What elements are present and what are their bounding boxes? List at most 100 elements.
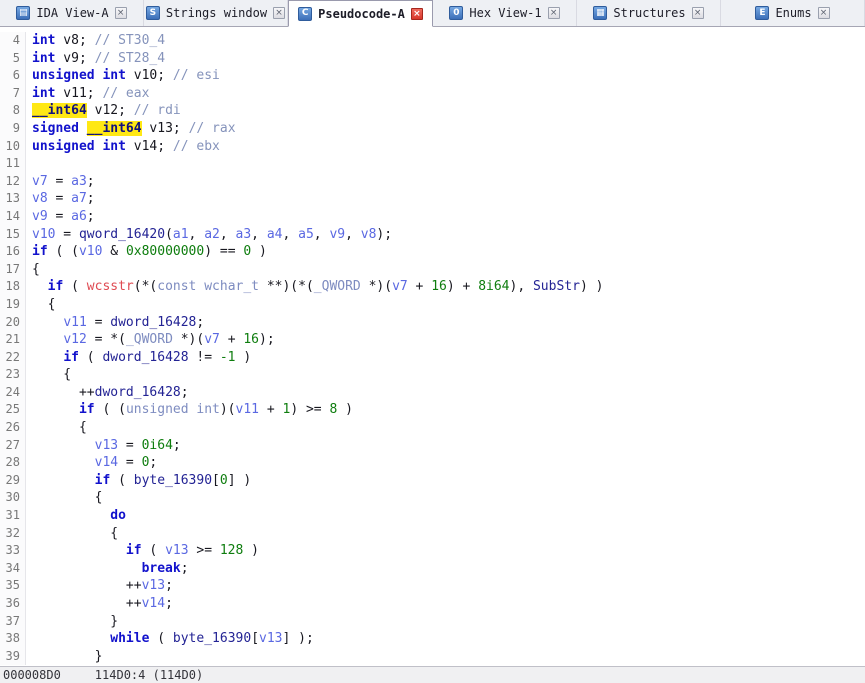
tab-pseudocode-a[interactable]: C Pseudocode-A × [288, 0, 433, 27]
code-token: , [313, 226, 330, 242]
line-number: 38 [0, 630, 26, 648]
code-line: 5 int v9; // ST28_4 [0, 49, 865, 68]
code-line: 21 v12 = *(_QWORD *)(v7 + 16); [0, 331, 865, 349]
tab-close-button[interactable]: × [114, 7, 127, 19]
tab-label: Hex View-1 [469, 6, 542, 20]
code-token: } [32, 613, 119, 629]
code-token: dword_16428 [110, 314, 197, 330]
code-token: ( [141, 543, 166, 559]
line-number: 14 [0, 207, 26, 226]
code-token: + [219, 332, 244, 348]
line-number: 16 [0, 243, 26, 261]
tab-label: Enums [775, 6, 812, 20]
code-token: byte_16390 [133, 472, 213, 488]
tab-close-button[interactable]: × [691, 7, 704, 19]
code-token: ) [235, 349, 252, 365]
code-token: 16 [243, 332, 260, 348]
line-number: 37 [0, 612, 26, 631]
code-token: { [32, 367, 72, 383]
code-token: v7 [392, 279, 408, 295]
code-token: ++ [32, 596, 142, 611]
code-token: if [47, 279, 64, 295]
code-token: a5 [298, 226, 314, 242]
tab-close-button[interactable]: × [410, 7, 423, 20]
line-number: 18 [0, 278, 26, 296]
code-area: 4 int v8; // ST30_4 5 int v9; // ST28_4 6 uns… [0, 32, 865, 666]
strings-icon: S [145, 6, 160, 20]
line-number: 34 [0, 559, 26, 578]
code-token: ] ) [227, 472, 252, 488]
structures-icon: ▦ [593, 6, 608, 20]
ida-view-icon: ▤ [16, 6, 31, 20]
code-line: 7 int v11; // eax [0, 84, 865, 103]
pseudocode-icon: C [298, 6, 313, 21]
code-token: { [32, 296, 56, 312]
tab-strings-window[interactable]: S Strings window × [144, 0, 288, 26]
code-line: 34 break; [0, 559, 865, 578]
code-text: signed __int64 v13; // rax [26, 120, 236, 138]
code-token: if [63, 349, 79, 365]
tab-label: IDA View-A [36, 6, 109, 20]
line-number: 8 [0, 102, 26, 120]
code-token: ; [86, 208, 95, 224]
code-token: v8 [32, 191, 48, 207]
code-line: 22 if ( dword_16428 != -1 ) [0, 348, 865, 367]
code-token: = [47, 208, 72, 224]
code-line: 26 { [0, 419, 865, 437]
code-token: a2 [204, 226, 220, 242]
ida-window: ▤ IDA View-A × S Strings window × C Pseudocode-… [0, 0, 865, 683]
code-token: ; [172, 437, 181, 453]
code-token: wcsstr [86, 279, 134, 295]
tab-structures[interactable]: ▦ Structures × [577, 0, 721, 26]
code-token: , [188, 226, 205, 242]
tab-close-button[interactable]: × [817, 7, 830, 19]
tab-label: Structures [613, 6, 686, 20]
code-token: byte_16390 [172, 631, 252, 647]
code-line: 4 int v8; // ST30_4 [0, 32, 865, 50]
code-text: } [26, 613, 118, 631]
code-token: v9; [55, 50, 95, 66]
code-token: 16 [431, 279, 447, 295]
pseudocode-view[interactable]: 4 int v8; // ST30_4 5 int v9; // ST28_4 6 uns… [0, 27, 865, 666]
code-text: if ( byte_16390[0] ) [26, 472, 252, 490]
code-token: != [188, 349, 220, 365]
tab-enums[interactable]: E Enums × [721, 0, 865, 26]
tab-close-button[interactable]: × [273, 7, 286, 19]
tab-ida-view-a[interactable]: ▤ IDA View-A × [0, 0, 144, 26]
code-line: 12 v7 = a3; [0, 172, 865, 191]
code-text: v8 = a7; [26, 190, 95, 208]
code-token: v13; [141, 120, 189, 136]
code-text: if ( (unsigned int)(v11 + 1) >= 8 ) [26, 401, 353, 419]
code-line: 13 v8 = a7; [0, 190, 865, 208]
tab-hex-view-1[interactable]: 0 Hex View-1 × [433, 0, 577, 26]
code-token: int [32, 33, 56, 48]
code-token: { [32, 420, 87, 436]
code-token: SubStr [532, 279, 580, 295]
code-token: ) ) [579, 279, 604, 295]
code-token: v8 [360, 226, 377, 242]
code-token: ) + [446, 279, 479, 295]
code-token: int [32, 50, 56, 66]
code-text: v11 = dword_16428; [26, 314, 204, 332]
code-token: int [32, 85, 56, 101]
line-number: 4 [0, 32, 26, 50]
code-token: v10 [32, 226, 56, 242]
code-text: unsigned int v10; // esi [26, 67, 220, 85]
code-token: = [118, 455, 142, 471]
line-number: 20 [0, 313, 26, 332]
line-number: 30 [0, 489, 26, 508]
code-token: **)(*( [259, 279, 314, 295]
line-number: 19 [0, 295, 26, 314]
status-address: 000008D0 [3, 668, 61, 682]
tab-close-button[interactable]: × [547, 7, 560, 19]
code-token: v11 [63, 314, 87, 330]
code-text: int v11; // eax [26, 85, 149, 103]
code-line: 28 v14 = 0; [0, 454, 865, 472]
code-token: v14; [125, 138, 173, 154]
